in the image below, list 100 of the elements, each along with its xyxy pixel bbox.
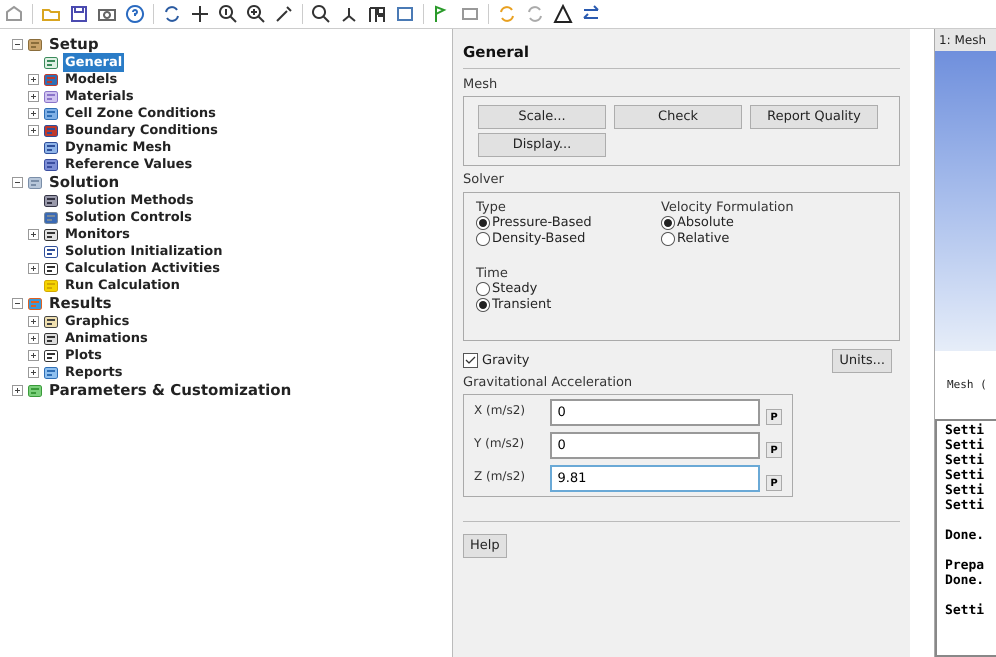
console-line: Setti (945, 483, 986, 498)
console-line: Setti (945, 498, 986, 513)
mesh-button[interactable]: Check (614, 105, 742, 129)
tree-item[interactable]: Dynamic Mesh (63, 138, 174, 158)
radio-button[interactable] (476, 298, 490, 312)
section-label: Gravitational Acceleration (463, 374, 634, 392)
tree-node-icon (43, 72, 59, 88)
plus-icon[interactable] (28, 367, 39, 378)
radio-label: Absolute (677, 214, 734, 232)
radio-label: Relative (677, 230, 730, 248)
tree-item[interactable]: Solution Controls (63, 208, 194, 228)
mesh-button[interactable]: Report Quality (750, 105, 878, 129)
console-line: Done. (945, 528, 986, 543)
plus-icon[interactable] (12, 385, 23, 396)
minus-icon[interactable] (12, 177, 23, 188)
console-line: Setti (945, 603, 986, 618)
panel-title: General (463, 41, 900, 68)
field-label: X (m/s2) (474, 402, 526, 419)
plus-icon[interactable] (28, 350, 39, 361)
field-label: Y (m/s2) (474, 435, 526, 452)
minus-icon[interactable] (12, 39, 23, 50)
tree-node-icon (43, 244, 59, 260)
warning-icon[interactable] (553, 4, 573, 24)
console-line: Prepa (945, 558, 986, 573)
plus-icon[interactable] (28, 125, 39, 136)
tree-item[interactable]: Solution Initialization (63, 242, 224, 262)
tree-node-icon (43, 364, 59, 380)
mesh-button[interactable]: Scale... (478, 105, 606, 129)
radio-button[interactable] (476, 232, 490, 246)
tree-item[interactable]: Models (63, 70, 120, 90)
parameter-button[interactable]: P (766, 475, 782, 491)
tree-node-icon (43, 210, 59, 226)
tree-node-icon (43, 330, 59, 346)
console-line: Setti (945, 468, 986, 483)
help-icon[interactable] (125, 4, 145, 24)
zoom-icon[interactable] (218, 4, 238, 24)
value-field[interactable]: 9.81 (550, 465, 760, 492)
tree-node-icon (43, 88, 59, 104)
radio-button[interactable] (661, 216, 675, 230)
graphics-title: 1: Mesh (935, 29, 996, 51)
tree-node-icon (43, 156, 59, 172)
zoom-box-icon[interactable] (311, 4, 331, 24)
plus-icon[interactable] (28, 263, 39, 274)
group-label: Type (476, 200, 507, 214)
tree-node-icon (43, 226, 59, 242)
units-button[interactable]: Units... (832, 348, 892, 372)
layout-icon[interactable] (367, 4, 387, 24)
radio-label: Steady (492, 280, 538, 298)
graphics-caption: Mesh ( (947, 378, 987, 391)
radio-label: Density-Based (492, 230, 586, 248)
plus-icon[interactable] (28, 333, 39, 344)
save-icon[interactable] (69, 4, 89, 24)
tree-item[interactable]: General (63, 52, 124, 72)
mesh-button[interactable]: Display... (478, 133, 606, 157)
tree-node-icon (27, 296, 43, 312)
radio-button[interactable] (476, 282, 490, 296)
tree-item[interactable]: Plots (63, 346, 104, 366)
group-label: Time (476, 266, 509, 280)
plus-icon[interactable] (28, 316, 39, 327)
rotate-icon[interactable] (162, 4, 182, 24)
help-button[interactable]: Help (463, 534, 507, 558)
tree-item[interactable]: Boundary Conditions (63, 120, 220, 140)
section-label: Mesh (463, 76, 498, 94)
plus-icon[interactable] (28, 108, 39, 119)
tree-node-icon (43, 260, 59, 276)
value-field[interactable]: 0 (550, 432, 760, 459)
tree-node-icon (43, 140, 59, 156)
minus-icon[interactable] (12, 298, 23, 309)
tree-node-icon (43, 122, 59, 138)
section-label: Solver (463, 171, 505, 189)
radio-button[interactable] (476, 216, 490, 230)
tree-node-icon (27, 36, 43, 52)
plus-icon[interactable] (28, 91, 39, 102)
tree-item[interactable]: Animations (63, 328, 150, 348)
tree-node-icon (43, 54, 59, 70)
plus-icon[interactable] (28, 74, 39, 85)
tree-item[interactable]: Cell Zone Conditions (63, 104, 218, 124)
radio-button[interactable] (661, 232, 675, 246)
zoom-in-icon[interactable] (246, 4, 266, 24)
checkbox-label: Gravity (482, 352, 530, 370)
tree-node-icon (27, 382, 43, 398)
plus-icon[interactable] (28, 229, 39, 240)
home-icon[interactable] (4, 4, 24, 24)
field-label: Z (m/s2) (474, 468, 526, 485)
console-line: Setti (945, 423, 986, 438)
tree-item[interactable]: Monitors (63, 224, 132, 244)
checkbox[interactable] (463, 353, 478, 368)
console-line: Setti (945, 453, 986, 468)
parameter-button[interactable]: P (766, 442, 782, 458)
console-line: Done. (945, 573, 986, 588)
move-icon[interactable] (190, 4, 210, 24)
window-icon[interactable] (395, 4, 415, 24)
parameter-button[interactable]: P (766, 409, 782, 425)
tree-node-icon (43, 278, 59, 294)
value-field[interactable]: 0 (550, 399, 760, 426)
tree-item[interactable]: Materials (63, 86, 136, 106)
radio-label: Pressure-Based (492, 214, 592, 232)
radio-label: Transient (492, 296, 552, 314)
tree-node-icon (43, 106, 59, 122)
tree-item[interactable]: Calculation Activities (63, 258, 222, 278)
